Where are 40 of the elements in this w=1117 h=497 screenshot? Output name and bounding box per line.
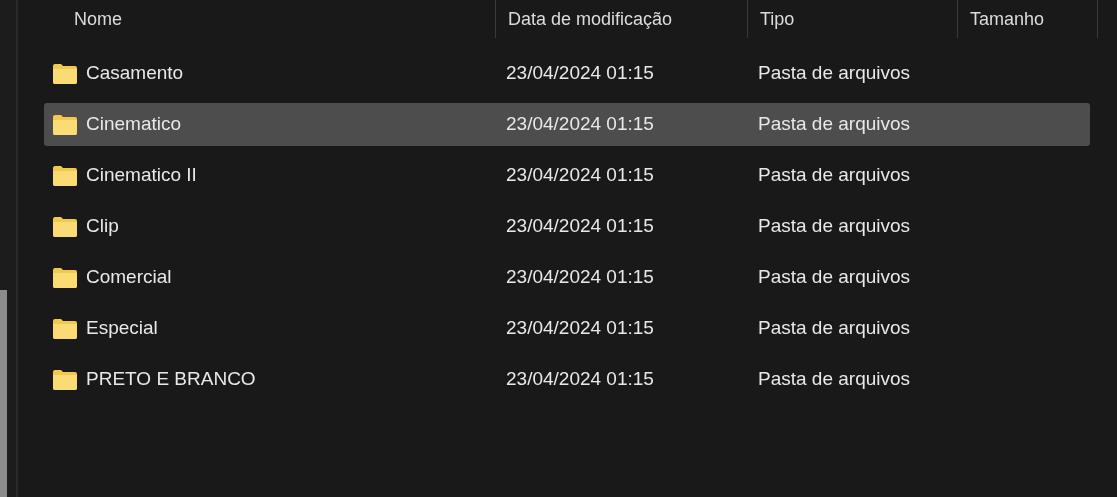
modified-date: 23/04/2024 01:15: [506, 317, 654, 339]
folder-icon: [52, 368, 78, 391]
folder-icon: [52, 215, 78, 238]
file-row[interactable]: Comercial 23/04/2024 01:15 Pasta de arquivos: [44, 256, 1090, 299]
modified-date: 23/04/2024 01:15: [506, 62, 654, 84]
folder-icon: [52, 164, 78, 187]
file-row[interactable]: Clip 23/04/2024 01:15 Pasta de arquivos: [44, 205, 1090, 248]
folder-icon: [52, 113, 78, 136]
file-type: Pasta de arquivos: [758, 62, 911, 84]
file-type: Pasta de arquivos: [758, 164, 911, 186]
modified-date: 23/04/2024 01:15: [506, 368, 654, 390]
column-header[interactable]: Tamanho: [958, 0, 1098, 38]
file-type: Pasta de arquivos: [758, 113, 911, 135]
file-type: Pasta de arquivos: [758, 317, 911, 339]
file-name: Especial: [86, 316, 158, 341]
file-type: Pasta de arquivos: [758, 368, 911, 390]
file-name: Casamento: [86, 61, 184, 86]
column-header[interactable]: Data de modificação: [496, 0, 748, 38]
file-name: PRETO E BRANCO: [86, 367, 256, 392]
modified-date: 23/04/2024 01:15: [506, 113, 654, 135]
column-header[interactable]: Nome: [46, 0, 496, 38]
modified-date: 23/04/2024 01:15: [506, 215, 654, 237]
modified-date: 23/04/2024 01:15: [506, 164, 654, 186]
modified-date: 23/04/2024 01:15: [506, 266, 654, 288]
folder-icon: [52, 62, 78, 85]
file-name: Comercial: [86, 265, 172, 290]
file-row[interactable]: PRETO E BRANCO 23/04/2024 01:15 Pasta de arquivos: [44, 358, 1090, 401]
folder-icon: [52, 266, 78, 289]
file-name: Cinematico: [86, 112, 182, 137]
file-name: Cinematico II: [86, 163, 197, 188]
file-type: Pasta de arquivos: [758, 266, 911, 288]
column-header[interactable]: Tipo: [748, 0, 958, 38]
file-row[interactable]: Cinematico 23/04/2024 01:15 Pasta de arquivos: [44, 103, 1090, 146]
file-row[interactable]: Cinematico II 23/04/2024 01:15 Pasta de arquivos: [44, 154, 1090, 197]
file-row[interactable]: Especial 23/04/2024 01:15 Pasta de arquivos: [44, 307, 1090, 350]
file-row[interactable]: Casamento 23/04/2024 01:15 Pasta de arquivos: [44, 52, 1090, 95]
folder-icon: [52, 317, 78, 340]
file-type: Pasta de arquivos: [758, 215, 911, 237]
scrollbar[interactable]: [0, 290, 7, 497]
file-name: Clip: [86, 214, 119, 239]
